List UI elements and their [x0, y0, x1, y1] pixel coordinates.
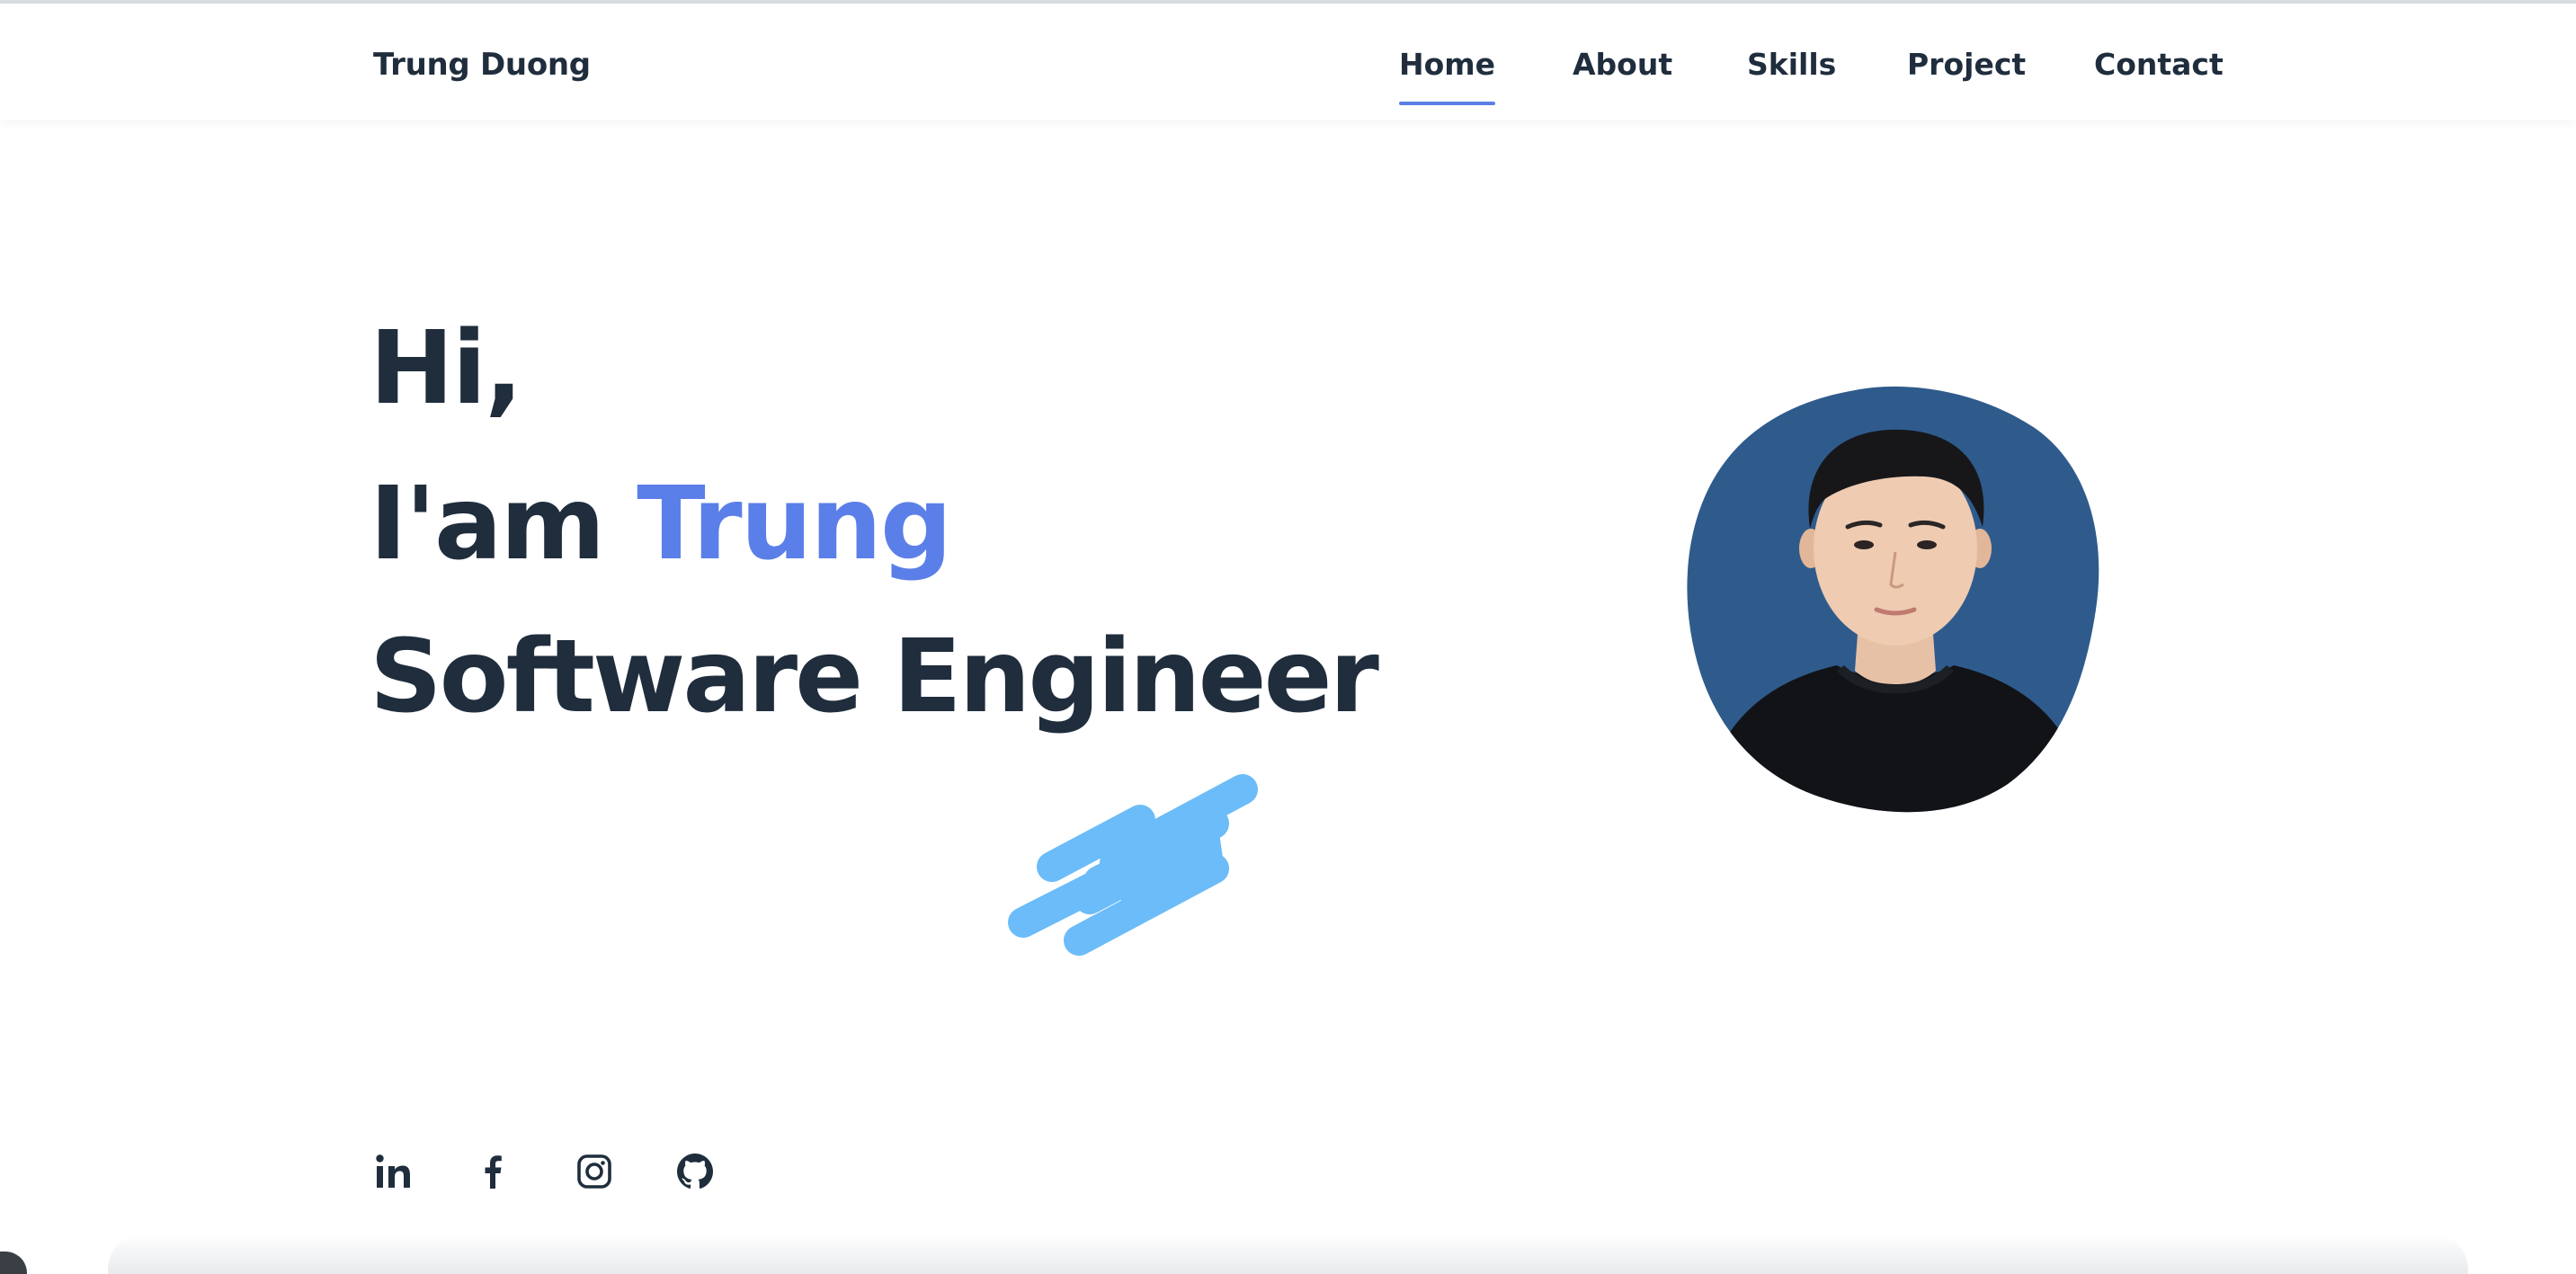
nav-contact[interactable]: Contact [2094, 45, 2224, 85]
profile-photo [1687, 386, 2099, 813]
hero-greeting: Hi, [370, 310, 523, 427]
hero-intro-prefix: I'am [370, 466, 637, 583]
site-logo[interactable]: Trung Duong [373, 45, 591, 85]
facebook-icon[interactable] [471, 1149, 516, 1194]
brush-stroke-decoration [1008, 774, 1258, 956]
nav-project[interactable]: Project [1907, 45, 2026, 85]
portfolio-page: Trung Duong Home About Skills Project Co… [0, 0, 2576, 1274]
bottom-shadow [108, 1234, 2468, 1274]
linkedin-icon[interactable] [370, 1149, 415, 1194]
hero-intro: I'am Trung [370, 466, 952, 583]
hero-name: Trung [637, 466, 952, 583]
hero-role: Software Engineer [370, 619, 1379, 735]
github-icon[interactable] [673, 1149, 718, 1194]
instagram-icon[interactable] [572, 1149, 617, 1194]
nav-home[interactable]: Home [1399, 45, 1496, 105]
nav-about[interactable]: About [1573, 45, 1672, 85]
window-corner [0, 1252, 27, 1274]
nav-skills[interactable]: Skills [1747, 45, 1836, 85]
site-header: Trung Duong Home About Skills Project Co… [0, 4, 2576, 120]
